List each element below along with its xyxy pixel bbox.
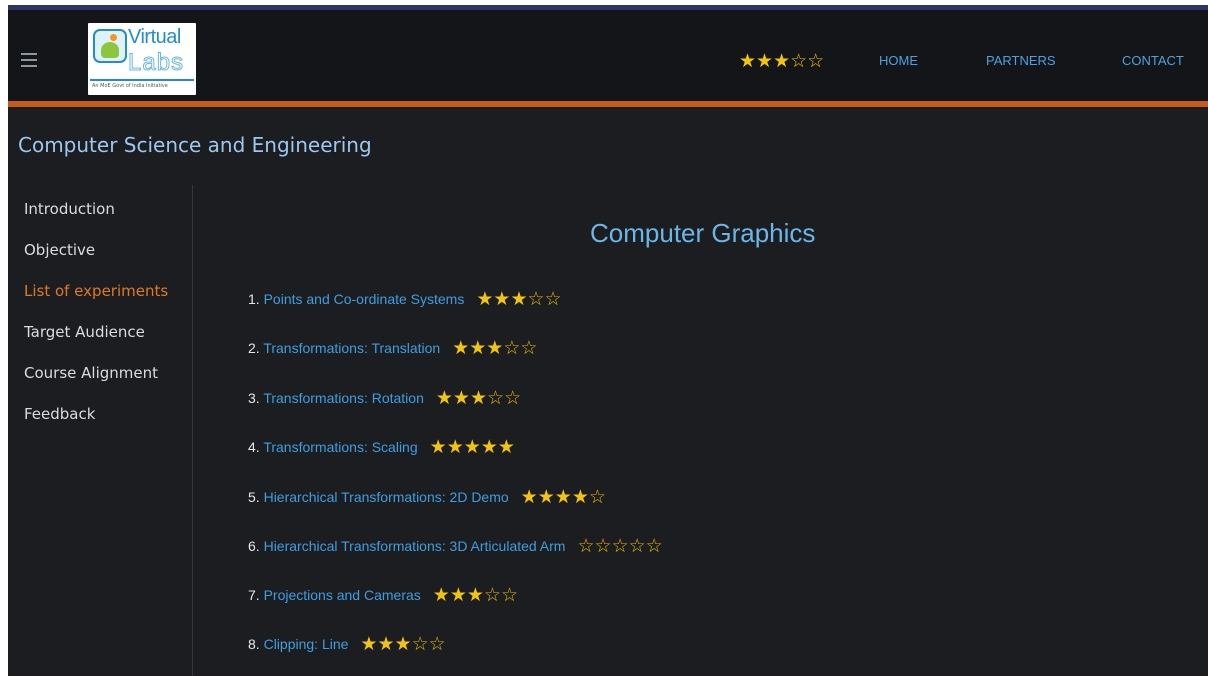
logo-tagline: An MoE Govt of India Initiative: [92, 83, 168, 89]
star-empty-icon[interactable]: ☆: [487, 388, 504, 409]
star-filled-icon[interactable]: ★: [493, 289, 510, 310]
star-filled-icon[interactable]: ★: [470, 388, 487, 409]
lab-rating-stars-icon[interactable]: ★★★☆☆: [739, 50, 824, 72]
flask-icon: [93, 29, 127, 63]
star-empty-icon[interactable]: ☆: [501, 585, 518, 606]
navbar: Virtual Labs An MoE Govt of India Initia…: [8, 10, 1208, 101]
experiment-link[interactable]: Projections and Cameras: [264, 587, 421, 603]
sidebar-item-target-audience[interactable]: Target Audience: [24, 323, 145, 341]
experiment-number: 6.: [248, 538, 264, 554]
experiment-rating-stars-icon[interactable]: ★★★★☆: [521, 487, 606, 508]
logo-text-line2: Labs: [127, 49, 185, 77]
experiment-item: 8. Clipping: Line ★★★☆☆: [248, 632, 446, 656]
experiment-rating-stars-icon[interactable]: ★★★☆☆: [360, 634, 445, 655]
star-filled-icon[interactable]: ★: [433, 585, 450, 606]
sidebar-item-feedback[interactable]: Feedback: [24, 405, 95, 423]
star-filled-icon[interactable]: ★: [436, 388, 453, 409]
experiment-rating-stars-icon[interactable]: ★★★☆☆: [433, 585, 518, 606]
star-empty-icon[interactable]: ☆: [503, 338, 520, 359]
experiment-link[interactable]: Hierarchical Transformations: 2D Demo: [264, 489, 509, 505]
star-empty-icon[interactable]: ☆: [484, 585, 501, 606]
experiment-rating-stars-icon[interactable]: ★★★★★: [430, 437, 515, 458]
star-filled-icon[interactable]: ★: [395, 634, 412, 655]
experiment-number: 7.: [248, 587, 264, 603]
star-filled-icon[interactable]: ★: [360, 634, 377, 655]
sidebar-item-list-of-experiments[interactable]: List of experiments: [24, 282, 168, 300]
star-filled-icon[interactable]: ★: [486, 338, 503, 359]
sidebar: Introduction Objective List of experimen…: [8, 185, 193, 676]
star-empty-icon[interactable]: ☆: [520, 338, 537, 359]
star-filled-icon[interactable]: ★: [521, 487, 538, 508]
experiment-item: 1. Points and Co-ordinate Systems ★★★☆☆: [248, 287, 562, 311]
star-filled-icon[interactable]: ★: [498, 437, 515, 458]
experiment-link[interactable]: Transformations: Rotation: [263, 390, 424, 406]
hamburger-menu-icon[interactable]: [21, 53, 37, 67]
star-filled-icon[interactable]: ★: [538, 487, 555, 508]
star-filled-icon[interactable]: ★: [481, 437, 498, 458]
star-filled-icon[interactable]: ★: [452, 338, 469, 359]
nav-link-contact[interactable]: CONTACT: [1122, 53, 1184, 68]
experiment-link[interactable]: Points and Co-ordinate Systems: [264, 291, 465, 307]
sidebar-item-course-alignment[interactable]: Course Alignment: [24, 364, 158, 382]
accent-divider: [8, 101, 1208, 107]
star-empty-icon[interactable]: ☆: [527, 289, 544, 310]
star-empty-icon[interactable]: ☆: [429, 634, 446, 655]
star-filled-icon[interactable]: ★: [476, 289, 493, 310]
star-empty-icon[interactable]: ☆: [545, 289, 562, 310]
star-filled-icon[interactable]: ★: [464, 437, 481, 458]
star-empty-icon[interactable]: ☆: [612, 536, 629, 557]
page-frame: Virtual Labs An MoE Govt of India Initia…: [8, 5, 1208, 676]
star-filled-icon[interactable]: ★: [377, 634, 394, 655]
star-filled-icon[interactable]: ★: [450, 585, 467, 606]
section-title: Computer Science and Engineering: [18, 133, 372, 157]
star-empty-icon[interactable]: ☆: [595, 536, 612, 557]
experiment-link[interactable]: Hierarchical Transformations: 3D Articul…: [264, 538, 566, 554]
experiment-rating-stars-icon[interactable]: ☆☆☆☆☆: [577, 536, 662, 557]
experiment-number: 2.: [248, 340, 264, 356]
experiment-rating-stars-icon[interactable]: ★★★☆☆: [476, 289, 561, 310]
experiment-link[interactable]: Clipping: Line: [264, 636, 349, 652]
sidebar-item-objective[interactable]: Objective: [24, 241, 95, 259]
experiment-rating-stars-icon[interactable]: ★★★☆☆: [452, 338, 537, 359]
star-filled-icon[interactable]: ★: [453, 388, 470, 409]
logo-text-line1: Virtual: [128, 26, 181, 48]
star-filled-icon[interactable]: ★: [555, 487, 572, 508]
experiment-number: 1.: [248, 291, 264, 307]
star-filled-icon[interactable]: ★: [572, 487, 589, 508]
star-filled-icon[interactable]: ★: [469, 338, 486, 359]
star-empty-icon[interactable]: ☆: [589, 487, 606, 508]
experiment-item: 6. Hierarchical Transformations: 3D Arti…: [248, 534, 663, 558]
experiment-item: 7. Projections and Cameras ★★★☆☆: [248, 583, 518, 607]
experiment-item: 3. Transformations: Rotation ★★★☆☆: [248, 386, 521, 410]
star-empty-icon[interactable]: ☆: [504, 388, 521, 409]
nav-link-partners[interactable]: PARTNERS: [986, 53, 1056, 68]
experiment-item: 2. Transformations: Translation ★★★☆☆: [248, 336, 537, 360]
experiment-item: 5. Hierarchical Transformations: 2D Demo…: [248, 485, 606, 509]
experiment-number: 4.: [248, 439, 264, 455]
star-empty-icon[interactable]: ☆: [646, 536, 663, 557]
star-filled-icon[interactable]: ★: [510, 289, 527, 310]
experiment-number: 8.: [248, 636, 264, 652]
experiment-item: 4. Transformations: Scaling ★★★★★: [248, 435, 515, 459]
virtual-labs-logo[interactable]: Virtual Labs An MoE Govt of India Initia…: [88, 23, 196, 95]
experiment-number: 3.: [248, 390, 264, 406]
star-filled-icon[interactable]: ★: [430, 437, 447, 458]
star-empty-icon[interactable]: ☆: [577, 536, 594, 557]
star-empty-icon[interactable]: ☆: [412, 634, 429, 655]
star-filled-icon[interactable]: ★: [447, 437, 464, 458]
experiment-link[interactable]: Transformations: Scaling: [263, 439, 417, 455]
star-filled-icon[interactable]: ★: [467, 585, 484, 606]
experiment-link[interactable]: Transformations: Translation: [263, 340, 440, 356]
experiment-rating-stars-icon[interactable]: ★★★☆☆: [436, 388, 521, 409]
nav-link-home[interactable]: HOME: [879, 53, 918, 68]
sidebar-item-introduction[interactable]: Introduction: [24, 200, 115, 218]
experiment-number: 5.: [248, 489, 264, 505]
page-title: Computer Graphics: [590, 218, 816, 248]
star-empty-icon[interactable]: ☆: [629, 536, 646, 557]
